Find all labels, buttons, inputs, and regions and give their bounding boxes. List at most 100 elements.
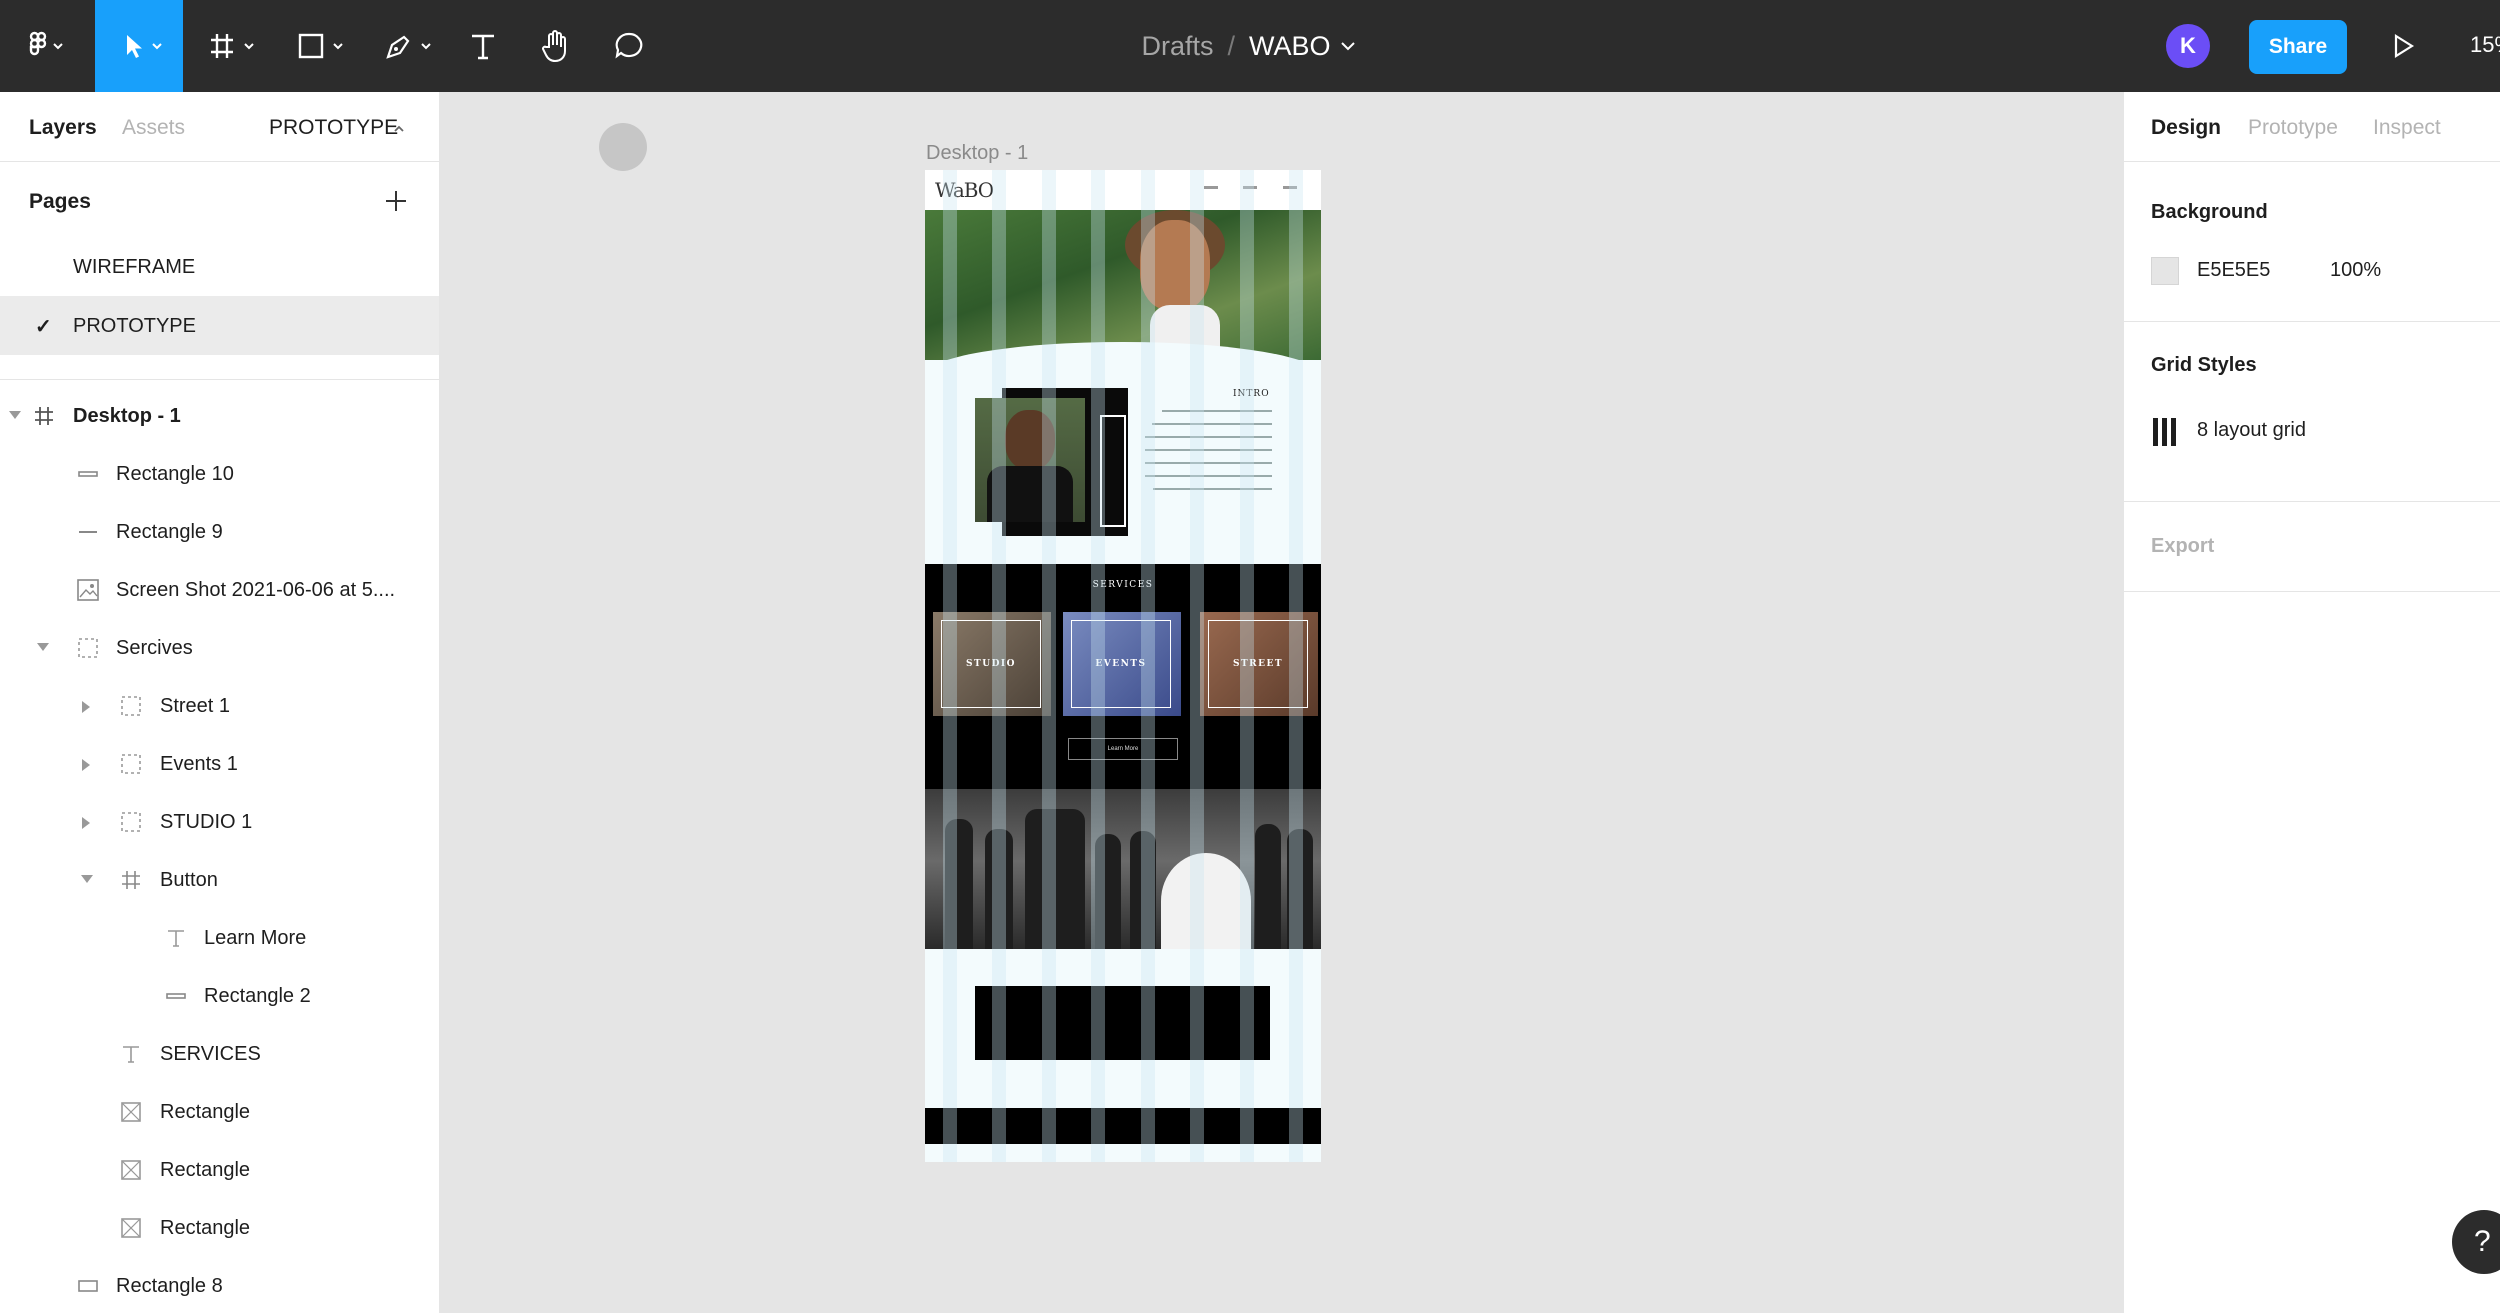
layer-tree: Desktop - 1 Rectangle 10 Rectangle 9 Scr…: [0, 380, 439, 1313]
layer-row[interactable]: Rectangle 10: [0, 446, 439, 504]
layer-row[interactable]: STUDIO 1: [0, 794, 439, 852]
wedding-image[interactable]: [925, 789, 1321, 949]
layer-label: SERVICES: [160, 1043, 261, 1065]
background-opacity-value[interactable]: 100%: [2330, 259, 2381, 282]
zoom-level[interactable]: 15%: [2470, 32, 2500, 58]
service-card-events[interactable]: EVENTS: [1063, 612, 1181, 716]
service-card-studio[interactable]: STUDIO: [933, 612, 1051, 716]
grid-style-name[interactable]: 8 layout grid: [2197, 419, 2306, 442]
intro-title[interactable]: INTRO: [1233, 389, 1270, 399]
layer-label: Rectangle 10: [116, 463, 234, 485]
text-layer-icon: [118, 1041, 144, 1067]
tab-layers[interactable]: Layers: [29, 116, 97, 140]
right-panel-tabs: Design Prototype Inspect: [2124, 92, 2500, 162]
layer-row[interactable]: Rectangle 8: [0, 1258, 439, 1313]
page-item-wireframe[interactable]: WIREFRAME: [0, 237, 439, 296]
layer-label: Button: [160, 869, 218, 891]
pen-tool-button[interactable]: [375, 0, 445, 92]
layer-row[interactable]: Sercives: [0, 620, 439, 678]
tab-assets[interactable]: Assets: [122, 116, 185, 140]
expand-icon[interactable]: [82, 817, 90, 829]
group-icon: [118, 751, 144, 777]
breadcrumb-folder[interactable]: Drafts: [1141, 31, 1213, 62]
layout-grid-icon: [2153, 418, 2176, 446]
frame-label[interactable]: Desktop - 1: [926, 142, 1028, 165]
tab-design[interactable]: Design: [2151, 116, 2221, 140]
group-icon: [118, 693, 144, 719]
shape-tool-button[interactable]: [287, 0, 357, 92]
image-placeholder-icon: [118, 1157, 144, 1183]
layer-row[interactable]: Learn More: [0, 910, 439, 968]
rectangle-layer-icon: [75, 1273, 101, 1299]
collapse-icon[interactable]: [9, 411, 21, 419]
layer-row[interactable]: Desktop - 1: [0, 388, 439, 446]
tab-prototype[interactable]: Prototype: [2248, 116, 2338, 140]
chevron-down-icon[interactable]: [1337, 35, 1359, 57]
services-title[interactable]: SERVICES: [925, 580, 1321, 590]
cursor-arrow-icon: [127, 35, 162, 58]
layer-row[interactable]: Rectangle: [0, 1200, 439, 1258]
intro-text-line: [1145, 436, 1272, 438]
service-card-frame: STUDIO: [941, 620, 1041, 708]
image-layer-icon: [75, 577, 101, 603]
hand-tool-button[interactable]: [533, 0, 579, 92]
text-tool-button[interactable]: [460, 0, 506, 92]
page-item-prototype[interactable]: ✓ PROTOTYPE: [0, 296, 439, 355]
layer-row[interactable]: SERVICES: [0, 1026, 439, 1084]
intro-outline-rectangle[interactable]: [1100, 415, 1126, 527]
page-label: WIREFRAME: [73, 256, 196, 278]
tab-inspect[interactable]: Inspect: [2373, 116, 2441, 140]
background-color-swatch[interactable]: [2151, 257, 2179, 285]
layer-label: Rectangle: [160, 1159, 251, 1181]
export-title[interactable]: Export: [2151, 535, 2214, 558]
canvas[interactable]: Desktop - 1 WaBO INTRO SERVICES STUDIO E…: [440, 92, 2123, 1313]
expand-icon[interactable]: [82, 701, 90, 713]
figure-shape: [945, 819, 973, 949]
services-section[interactable]: SERVICES STUDIO EVENTS STREET Learn More: [925, 564, 1321, 789]
service-card-street[interactable]: STREET: [1200, 612, 1318, 716]
collapse-icon[interactable]: [81, 875, 93, 883]
move-tool-button[interactable]: [95, 0, 183, 92]
pages-title: Pages: [29, 190, 91, 213]
hero-image[interactable]: [925, 210, 1321, 365]
learn-more-button[interactable]: Learn More: [1068, 738, 1178, 760]
add-page-icon[interactable]: [385, 190, 407, 212]
breadcrumb-file-name[interactable]: WABO: [1249, 31, 1331, 62]
layer-row[interactable]: Events 1: [0, 736, 439, 794]
layer-row[interactable]: Button: [0, 852, 439, 910]
hero-face-shape: [1140, 220, 1210, 310]
desktop-frame[interactable]: WaBO INTRO SERVICES STUDIO EVENTS STREET…: [925, 170, 1321, 1162]
avatar[interactable]: K: [2166, 24, 2210, 68]
layer-row[interactable]: Rectangle 9: [0, 504, 439, 562]
collapse-icon[interactable]: [37, 643, 49, 651]
layer-row[interactable]: Rectangle 2: [0, 968, 439, 1026]
site-nav-link[interactable]: [1204, 186, 1218, 189]
footer-bar[interactable]: [925, 1108, 1321, 1144]
layer-row[interactable]: Rectangle: [0, 1142, 439, 1200]
figma-window: { "breadcrumb": { "folder": "Drafts", "s…: [0, 0, 2500, 1313]
intro-text-line: [1162, 410, 1272, 412]
frame-hash-icon: [211, 34, 254, 58]
layer-row[interactable]: Screen Shot 2021-06-06 at 5....: [0, 562, 439, 620]
comment-tool-button[interactable]: [606, 0, 652, 92]
chevron-up-icon[interactable]: [392, 122, 406, 136]
layer-label: Rectangle 9: [116, 521, 223, 543]
black-rectangle[interactable]: [975, 986, 1270, 1060]
layer-row[interactable]: Street 1: [0, 678, 439, 736]
site-nav-link[interactable]: [1243, 186, 1257, 189]
share-button[interactable]: Share: [2249, 20, 2347, 74]
expand-icon[interactable]: [82, 759, 90, 771]
frame-tool-button[interactable]: [200, 0, 270, 92]
site-nav[interactable]: WaBO: [925, 170, 1321, 210]
page-switcher[interactable]: PROTOTYPE: [269, 116, 398, 140]
figma-logo-icon: [29, 31, 63, 56]
site-nav-link[interactable]: [1283, 186, 1297, 189]
line-layer-icon: [75, 519, 101, 545]
breadcrumb-separator: /: [1227, 30, 1235, 61]
present-button[interactable]: [2378, 0, 2428, 92]
layer-label: Screen Shot 2021-06-06 at 5....: [116, 579, 396, 601]
main-menu-button[interactable]: [14, 0, 78, 92]
layer-row[interactable]: Rectangle: [0, 1084, 439, 1142]
background-hex-value[interactable]: E5E5E5: [2197, 259, 2270, 282]
figure-shape: [1255, 824, 1281, 949]
